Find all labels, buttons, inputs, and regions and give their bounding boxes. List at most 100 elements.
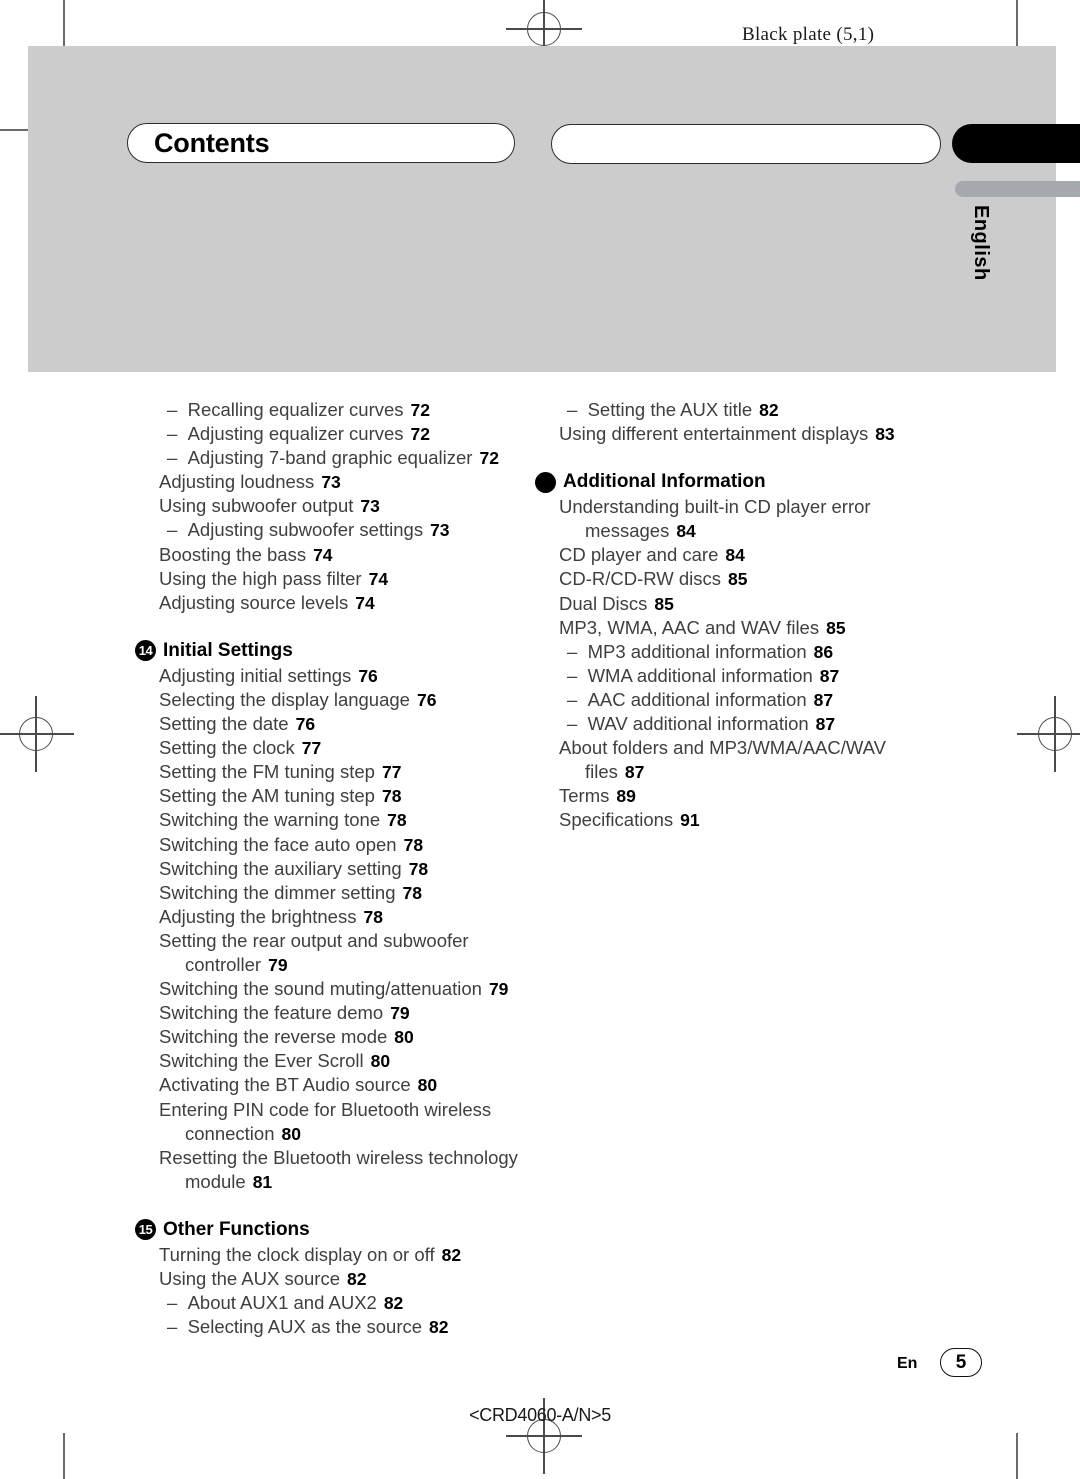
toc-entry[interactable]: Understanding built-in CD player error me… xyxy=(559,495,959,543)
toc-entry[interactable]: Using subwoofer output 73 xyxy=(159,494,559,518)
toc-entry-page-number: 86 xyxy=(813,641,834,662)
toc-column-right: – Setting the AUX title 82 Using different… xyxy=(535,398,959,833)
toc-entry-page-number: 87 xyxy=(813,689,834,710)
toc-entry-dash: – xyxy=(167,1292,188,1314)
table-of-contents: – Recalling equalizer curves 72– Adjustin… xyxy=(0,398,1080,1337)
toc-entry-page-number: 76 xyxy=(295,714,316,735)
toc-entry[interactable]: Setting the date 76 xyxy=(159,712,559,736)
toc-entry[interactable]: Entering PIN code for Bluetooth wireless… xyxy=(159,1098,559,1146)
footer-document-code: <CRD4060-A/N>5 xyxy=(469,1405,611,1425)
toc-entry-dash: – xyxy=(567,664,588,686)
toc-entry[interactable]: Adjusting initial settings 76 xyxy=(159,664,559,688)
toc-entry[interactable]: Switching the reverse mode 80 xyxy=(159,1025,559,1049)
toc-entry[interactable]: – Adjusting equalizer curves 72 xyxy=(159,422,559,446)
toc-entry[interactable]: Specifications 91 xyxy=(559,808,959,832)
toc-entry-dash: – xyxy=(567,688,588,710)
toc-entry[interactable]: Setting the AM tuning step 78 xyxy=(159,784,559,808)
toc-entry-page-number: 91 xyxy=(680,810,700,831)
toc-entry[interactable]: Selecting the display language 76 xyxy=(159,688,559,712)
toc-entry[interactable]: Switching the sound muting/attenuation 79 xyxy=(159,977,559,1001)
toc-entry-label: Adjusting the brightness xyxy=(159,905,357,927)
toc-entry-page-number: 84 xyxy=(725,545,745,566)
toc-entry-label: AAC additional information xyxy=(587,688,807,710)
toc-entry-label: Switching the reverse mode xyxy=(159,1026,388,1048)
toc-chapter-heading[interactable]: 15 Other Functions xyxy=(135,1219,559,1241)
toc-entry[interactable]: Dual Discs 85 xyxy=(559,592,959,616)
toc-entry[interactable]: Switching the Ever Scroll 80 xyxy=(159,1049,559,1073)
toc-entry[interactable]: Switching the auxiliary setting 78 xyxy=(159,857,559,881)
toc-entry[interactable]: Switching the face auto open 78 xyxy=(159,833,559,857)
toc-chapter-heading[interactable]: 14 Initial Settings xyxy=(135,640,559,662)
toc-entry-label: CD player and care xyxy=(559,544,719,566)
toc-entry-label: About AUX1 and AUX2 xyxy=(187,1292,377,1314)
toc-entry-label: Setting the AUX title xyxy=(587,399,753,420)
toc-entry[interactable]: Activating the BT Audio source 80 xyxy=(159,1073,559,1097)
toc-entry[interactable]: – AAC additional information 87 xyxy=(559,688,959,712)
toc-entry[interactable]: Switching the warning tone 78 xyxy=(159,808,559,832)
toc-entry[interactable]: – Recalling equalizer curves 72 xyxy=(159,398,559,422)
toc-entry-page-number: 87 xyxy=(624,762,645,783)
toc-entry[interactable]: Setting the FM tuning step 77 xyxy=(159,760,559,784)
toc-entry-page-number: 79 xyxy=(488,979,509,1000)
toc-entry-label: Using the high pass filter xyxy=(159,567,362,589)
toc-entry-label: Using different entertainment displays xyxy=(559,423,869,445)
toc-entry[interactable]: CD-R/CD-RW discs 85 xyxy=(559,567,959,591)
toc-entry-dash: – xyxy=(167,399,188,420)
toc-entry[interactable]: Adjusting source levels 74 xyxy=(159,591,559,615)
toc-entry-label: Adjusting source levels xyxy=(159,591,349,613)
toc-entry[interactable]: Resetting the Bluetooth wireless technol… xyxy=(159,1146,559,1194)
toc-entry-page-number: 82 xyxy=(383,1293,404,1314)
toc-entry[interactable]: Switching the dimmer setting 78 xyxy=(159,881,559,905)
header-gray-panel xyxy=(28,46,1056,372)
toc-entry-page-number: 79 xyxy=(390,1003,410,1024)
page-title: Contents xyxy=(154,127,270,158)
toc-entry-label: WAV additional information xyxy=(587,713,809,735)
toc-entry[interactable]: – WAV additional information 87 xyxy=(559,712,959,736)
toc-entry[interactable]: – Adjusting subwoofer settings 73 xyxy=(159,518,559,542)
toc-entry-continuation-label: connection xyxy=(185,1122,275,1144)
toc-entry[interactable]: Terms 89 xyxy=(559,784,959,808)
contents-title-pill: Contents xyxy=(127,123,515,163)
toc-entry-label: Resetting the Bluetooth wireless technol… xyxy=(159,1146,518,1168)
toc-entry-page-number: 79 xyxy=(268,954,288,975)
toc-entry-continuation-label: messages xyxy=(585,520,670,542)
toc-entry[interactable]: Adjusting loudness 73 xyxy=(159,470,559,494)
toc-entry-label: Switching the feature demo xyxy=(159,1002,384,1024)
footer-language-code: En xyxy=(897,1355,918,1372)
toc-entry-page-number: 84 xyxy=(676,521,696,542)
toc-entry-page-number: 77 xyxy=(381,762,402,783)
toc-entry-page-number: 78 xyxy=(408,858,429,879)
toc-entry[interactable]: Using different entertainment displays 83 xyxy=(559,422,959,446)
toc-entry[interactable]: About folders and MP3/WMA/AAC/WAV files 87 xyxy=(559,736,959,784)
crop-line-bottom-right-vertical xyxy=(1016,1433,1018,1479)
chapter-number-badge xyxy=(535,471,556,493)
toc-entry-label: Boosting the bass xyxy=(159,543,307,565)
toc-entry[interactable]: Using the AUX source 82 xyxy=(159,1267,559,1291)
toc-entry[interactable]: Using the high pass filter 74 xyxy=(159,567,559,591)
toc-entry[interactable]: Boosting the bass 74 xyxy=(159,543,559,567)
toc-entry[interactable]: – WMA additional information 87 xyxy=(559,664,959,688)
toc-entry[interactable]: Switching the feature demo 79 xyxy=(159,1001,559,1025)
toc-entry[interactable]: – MP3 additional information 86 xyxy=(559,640,959,664)
toc-entry[interactable]: Turning the clock display on or off 82 xyxy=(159,1243,559,1267)
toc-entry-label: Setting the AM tuning step xyxy=(159,785,375,807)
toc-entry[interactable]: – Selecting AUX as the source 82 xyxy=(159,1315,559,1339)
toc-entry[interactable]: MP3, WMA, AAC and WAV files 85 xyxy=(559,616,959,640)
toc-entry[interactable]: Adjusting the brightness 78 xyxy=(159,905,559,929)
toc-entry[interactable]: CD player and care 84 xyxy=(559,543,959,567)
toc-entry-label: Switching the sound muting/attenuation xyxy=(159,978,482,1000)
toc-entry-page-number: 76 xyxy=(416,689,437,710)
toc-chapter-heading[interactable]: Additional Information xyxy=(535,471,959,493)
toc-entry[interactable]: Setting the rear output and subwoofer con… xyxy=(159,929,559,977)
toc-entry-label: Dual Discs xyxy=(559,592,648,614)
toc-entry[interactable]: – Setting the AUX title 82 xyxy=(559,398,959,422)
toc-entry[interactable]: – About AUX1 and AUX2 82 xyxy=(159,1291,559,1315)
crop-line-top-right-vertical xyxy=(1016,0,1018,46)
toc-entry[interactable]: Setting the clock 77 xyxy=(159,736,559,760)
secondary-blank-pill xyxy=(551,124,941,164)
toc-entry-page-number: 82 xyxy=(759,400,779,420)
toc-entry-continuation-label: module xyxy=(185,1170,246,1192)
toc-entry-label: MP3 additional information xyxy=(587,640,807,662)
toc-entry[interactable]: – Adjusting 7-band graphic equalizer 72 xyxy=(159,446,559,470)
toc-entry-page-number: 76 xyxy=(358,665,378,686)
